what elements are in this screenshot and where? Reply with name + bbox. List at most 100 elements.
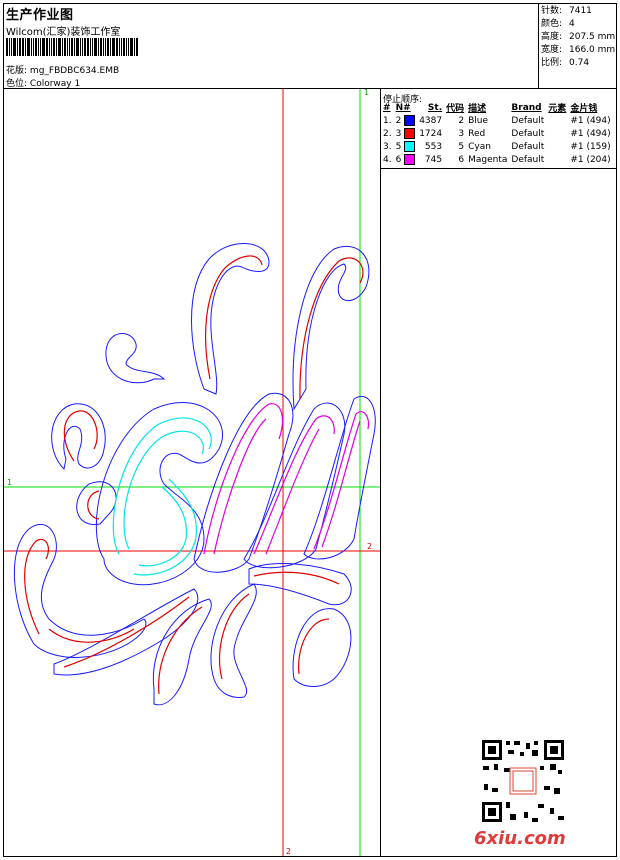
watermark-logo: 6xiu.com xyxy=(474,828,566,849)
color-swatch xyxy=(404,128,416,139)
info-width: 宽度: 166.0 mm xyxy=(541,44,615,57)
scale-value: 0.74 xyxy=(569,58,590,68)
barcode-bar xyxy=(74,38,75,56)
barcode-bar xyxy=(80,38,81,56)
panel-divider xyxy=(380,88,381,857)
barcode-bar xyxy=(17,38,18,56)
info-scale: 比例: 0.74 xyxy=(541,57,589,70)
red-top-right xyxy=(299,257,364,400)
barcode-bar xyxy=(100,38,102,56)
width-value: 166.0 mm xyxy=(569,45,616,55)
bottom-left-outline xyxy=(13,523,147,658)
color-swatch xyxy=(404,141,416,152)
barcode-bar xyxy=(6,38,8,56)
colorway-label: 色位: xyxy=(6,79,28,89)
color-code: 2 xyxy=(458,115,465,126)
brand: Default xyxy=(511,154,545,165)
barcode-bar xyxy=(64,38,66,56)
barcode-bar xyxy=(22,38,24,56)
page-title: 生产作业图 xyxy=(6,8,74,23)
barcode-bar xyxy=(84,38,86,56)
barcode-bar xyxy=(19,38,21,56)
barcode-bar xyxy=(92,38,93,56)
col-st: St. xyxy=(427,102,443,113)
studio-name: Wilcom(汇家)装饰工作室 xyxy=(6,27,121,38)
red-swoosh xyxy=(63,596,190,668)
col-desc: 描述 xyxy=(468,104,487,114)
barcode-bar xyxy=(82,38,83,56)
barcode-bar xyxy=(128,38,129,56)
barcode-bar xyxy=(56,38,57,56)
table-row: 1. 2 4387 2 Blue Default #1 (494) xyxy=(381,114,613,127)
red-left-curl xyxy=(63,410,98,462)
color-code: 3 xyxy=(458,128,465,139)
design-canvas xyxy=(4,89,380,856)
stitch-count: 745 xyxy=(424,154,443,165)
h-letter-outline xyxy=(193,392,294,573)
barcode-bar xyxy=(94,38,97,56)
red-right-swoosh xyxy=(253,571,340,585)
col-n: N# xyxy=(395,102,411,113)
width-label: 宽度: xyxy=(541,45,563,55)
barcode-bar xyxy=(110,38,111,56)
col-sequin: 金片钱 xyxy=(570,104,598,114)
red-flame-mid xyxy=(218,593,250,680)
needle-number: 5 xyxy=(394,140,418,153)
cyan-s-lower xyxy=(133,478,197,576)
barcode-bar xyxy=(53,38,55,56)
stitch-count: 1724 xyxy=(419,128,443,139)
barcode-bar xyxy=(87,38,89,56)
row-index: 1. xyxy=(383,115,392,126)
col-code: 代码 xyxy=(446,104,465,114)
barcode-bar xyxy=(90,38,91,56)
barcode-bar xyxy=(136,38,138,56)
barcode-bar xyxy=(49,38,50,56)
barcode-bar xyxy=(67,38,68,56)
barcode-bar xyxy=(116,38,118,56)
barcode-bar xyxy=(76,38,79,56)
barcode-bar xyxy=(58,38,61,56)
green-guide-left-label: 1 xyxy=(7,478,13,487)
barcode-bar xyxy=(33,38,34,56)
barcode-bar xyxy=(13,38,16,56)
color-code: 6 xyxy=(458,154,465,165)
element xyxy=(546,140,568,153)
colorway-line: 色位: Colorway 1 xyxy=(6,76,80,89)
stitches-value: 7411 xyxy=(569,6,592,16)
needle-number: 3 xyxy=(394,127,418,140)
brand: Default xyxy=(511,128,545,139)
barcode-bar xyxy=(103,38,104,56)
barcode-bar xyxy=(46,38,48,56)
barcode-bar xyxy=(126,38,127,56)
table-row: 3. 5 553 5 Cyan Default #1 (159) xyxy=(381,140,613,153)
table-row: 2. 3 1724 3 Red Default #1 (494) xyxy=(381,127,613,140)
barcode-bar xyxy=(27,38,30,56)
element xyxy=(546,127,568,140)
barcode-bar xyxy=(123,38,125,56)
info-height: 高度: 207.5 mm xyxy=(541,31,615,44)
barcode-bar xyxy=(35,38,37,56)
info-divider xyxy=(538,3,539,88)
row-index: 3. xyxy=(383,141,392,152)
barcode-bar xyxy=(71,38,73,56)
color-swatch xyxy=(404,115,416,126)
barcode-bar xyxy=(25,38,26,56)
info-stitches: 针数: 7411 xyxy=(541,5,592,18)
barcode-bar xyxy=(42,38,45,56)
barcode-bar xyxy=(51,38,52,56)
color-code: 5 xyxy=(458,141,465,152)
color-desc: Blue xyxy=(468,115,489,126)
blue-outline-layer xyxy=(13,243,376,706)
table-divider xyxy=(380,168,617,169)
magenta-stitch-layer xyxy=(203,403,369,555)
small-curl-outline xyxy=(105,333,166,384)
sequin: #1 (494) xyxy=(570,128,611,139)
red-guide-bottom-label: 2 xyxy=(286,847,292,856)
barcode xyxy=(6,38,186,56)
stitches-label: 针数: xyxy=(541,6,563,16)
stitch-count: 4387 xyxy=(419,115,443,126)
cyan-s-lower-inner xyxy=(138,486,188,567)
lower-middle-outline xyxy=(210,583,257,698)
pattern-value: mg_FBDBC634.EMB xyxy=(29,66,120,76)
magenta-u-stroke xyxy=(253,415,335,555)
